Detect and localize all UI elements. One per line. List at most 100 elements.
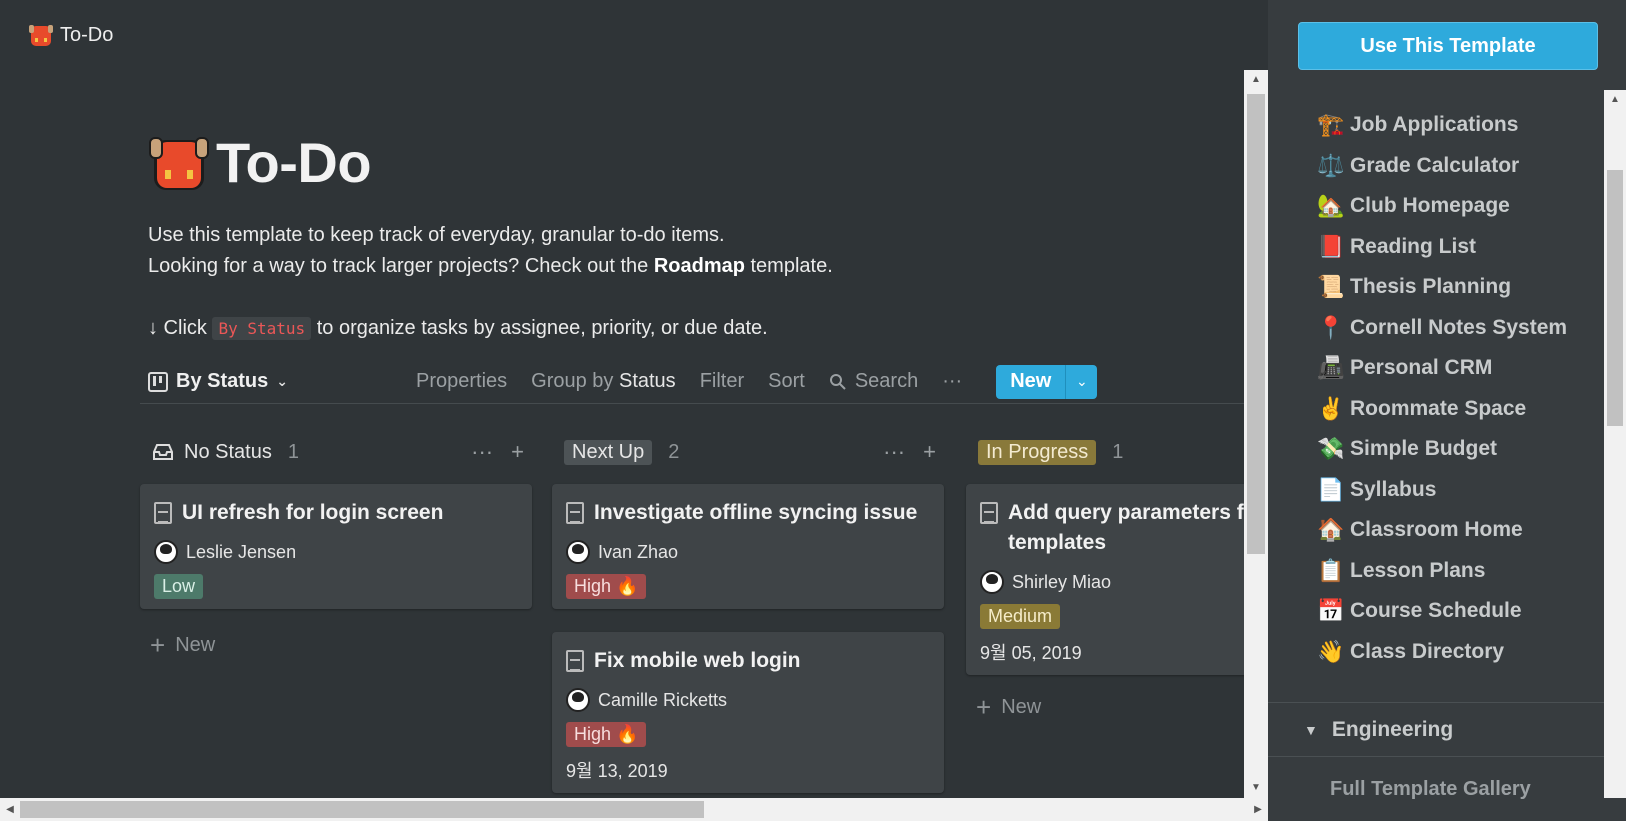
template-item[interactable]: 📜 Thesis Planning (1316, 267, 1567, 308)
scrollbar-thumb[interactable] (1247, 94, 1265, 554)
template-list: 🏗️ Job Applications ⚖️ Grade Calculator 🏡 C… (1316, 105, 1567, 672)
calendar-icon: 📅 (1317, 598, 1345, 624)
column-title: No Status (184, 440, 272, 463)
scroll-up-arrow-icon[interactable]: ▲ (1604, 90, 1626, 110)
priority-tag: High 🔥 (566, 574, 647, 599)
assignee-name: Shirley Miao (1012, 571, 1112, 592)
template-item[interactable]: 📕 Reading List (1316, 227, 1567, 268)
backpack-icon (149, 136, 209, 190)
backpack-icon (29, 25, 53, 46)
divider (1268, 702, 1604, 703)
breadcrumb[interactable]: To-Do (28, 22, 113, 48)
victory-hand-icon: ✌️ (1317, 395, 1345, 421)
properties-button[interactable]: Properties (416, 370, 507, 393)
template-item[interactable]: 📍 Cornell Notes System (1316, 308, 1567, 349)
main-vertical-scrollbar[interactable]: ▲ ▼ (1244, 70, 1268, 798)
scrollbar-thumb[interactable] (1607, 170, 1623, 426)
section-engineering[interactable]: ▼ Engineering (1304, 718, 1453, 742)
sidebar-vertical-scrollbar[interactable]: ▲ (1604, 90, 1626, 798)
roadmap-link[interactable]: Roadmap (654, 255, 745, 277)
avatar (566, 540, 590, 564)
column-count: 2 (668, 440, 680, 463)
template-item[interactable]: 👋 Class Directory (1316, 632, 1567, 673)
template-item[interactable]: 📅 Course Schedule (1316, 591, 1567, 632)
inline-code: By Status (212, 317, 312, 340)
sort-button[interactable]: Sort (768, 370, 805, 393)
column-title: In Progress (978, 439, 1097, 465)
column-actions: ··· + (883, 439, 936, 465)
more-options-icon[interactable]: ··· (883, 439, 905, 465)
template-item[interactable]: 📄 Syllabus (1316, 470, 1567, 511)
desc-line-2-pre: Looking for a way to track larger projec… (148, 255, 654, 277)
template-item[interactable]: 💸 Simple Budget (1316, 429, 1567, 470)
inbox-icon (153, 444, 173, 460)
template-item[interactable]: 🏗️ Job Applications (1316, 105, 1567, 146)
board-card[interactable]: Fix mobile web login Camille Ricketts Hi… (552, 632, 944, 793)
template-item[interactable]: ✌️ Roommate Space (1316, 389, 1567, 430)
add-new-card-button[interactable]: + New (150, 630, 215, 661)
new-button-group: New ⌄ (996, 364, 1098, 399)
template-label: Syllabus (1350, 477, 1437, 501)
scroll-up-arrow-icon[interactable]: ▲ (1244, 70, 1268, 90)
board-card[interactable]: Investigate offline syncing issue Ivan Z… (552, 484, 944, 609)
group-by-button[interactable]: Group by Status (531, 370, 676, 393)
chevron-down-icon[interactable]: ⌄ (1065, 364, 1098, 399)
use-template-button[interactable]: Use This Template (1298, 22, 1598, 70)
house-icon: 🏠 (1317, 517, 1345, 543)
priority-tag: High 🔥 (566, 722, 647, 747)
template-item[interactable]: 🏠 Classroom Home (1316, 510, 1567, 551)
add-icon[interactable]: + (511, 439, 524, 465)
database-toolbar: By Status ⌄ Properties Group by Status F… (140, 360, 1244, 404)
chevron-down-icon: ⌄ (276, 373, 288, 389)
template-label: Reading List (1350, 234, 1477, 258)
template-sidebar: Use This Template 🏗️ Job Applications ⚖️ G… (1268, 0, 1626, 821)
column-actions: ··· + (471, 439, 524, 465)
add-new-card-button[interactable]: + New (976, 692, 1041, 723)
avatar (980, 570, 1004, 594)
desc-line-1: Use this template to keep track of every… (148, 224, 725, 246)
card-title: UI refresh for login screen (182, 501, 444, 524)
board-card[interactable]: UI refresh for login screen Leslie Jense… (140, 484, 532, 609)
fax-icon: 📠 (1317, 355, 1345, 381)
filter-button[interactable]: Filter (700, 370, 744, 393)
due-date: 9월 13, 2019 (566, 761, 668, 781)
template-item[interactable]: 📋 Lesson Plans (1316, 551, 1567, 592)
template-label: Cornell Notes System (1350, 315, 1568, 339)
column-count: 1 (1112, 440, 1124, 463)
column-count: 1 (287, 440, 299, 463)
template-label: Thesis Planning (1350, 275, 1512, 299)
document-icon: 📄 (1317, 476, 1345, 502)
template-label: Personal CRM (1350, 356, 1493, 380)
toolbar-actions: Properties Group by Status Filter Sort S… (416, 364, 1098, 399)
column-header: No Status 1 ··· + (140, 434, 532, 470)
section-label: Engineering (1331, 718, 1454, 741)
column-title: Next Up (564, 439, 653, 465)
search-button[interactable]: Search (829, 370, 918, 393)
breadcrumb-title: To-Do (60, 23, 114, 46)
board-view-icon (148, 371, 168, 392)
template-item[interactable]: ⚖️ Grade Calculator (1316, 146, 1567, 187)
scroll-right-arrow-icon[interactable]: ▶ (1248, 798, 1268, 821)
page-heading: To-Do (216, 131, 372, 194)
pushpin-icon: 📍 (1317, 314, 1345, 340)
more-options-icon[interactable]: ··· (471, 439, 493, 465)
full-template-gallery-link[interactable]: Full Template Gallery (1330, 778, 1531, 801)
board-column-no-status: No Status 1 ··· + UI refresh for login sc… (140, 434, 532, 660)
scroll-down-arrow-icon[interactable]: ▼ (1244, 778, 1268, 798)
more-options-icon[interactable]: ··· (942, 370, 962, 393)
avatar (566, 688, 590, 712)
template-item[interactable]: 🏡 Club Homepage (1316, 186, 1567, 227)
add-icon[interactable]: + (923, 439, 936, 465)
scrollbar-thumb[interactable] (20, 801, 704, 818)
group-by-label: Group by (531, 370, 619, 392)
house-garden-icon: 🏡 (1317, 193, 1345, 219)
assignee-name: Leslie Jensen (186, 541, 297, 562)
board-card[interactable]: Add query parameters for templates Shirl… (966, 484, 1244, 675)
main-horizontal-scrollbar[interactable]: ◀ ▶ (0, 798, 1268, 821)
new-button[interactable]: New (996, 364, 1066, 399)
template-label: Grade Calculator (1350, 153, 1520, 177)
view-switcher[interactable]: By Status ⌄ (148, 370, 288, 393)
scroll-left-arrow-icon[interactable]: ◀ (0, 798, 20, 821)
page-icon (980, 502, 998, 524)
template-item[interactable]: 📠 Personal CRM (1316, 348, 1567, 389)
